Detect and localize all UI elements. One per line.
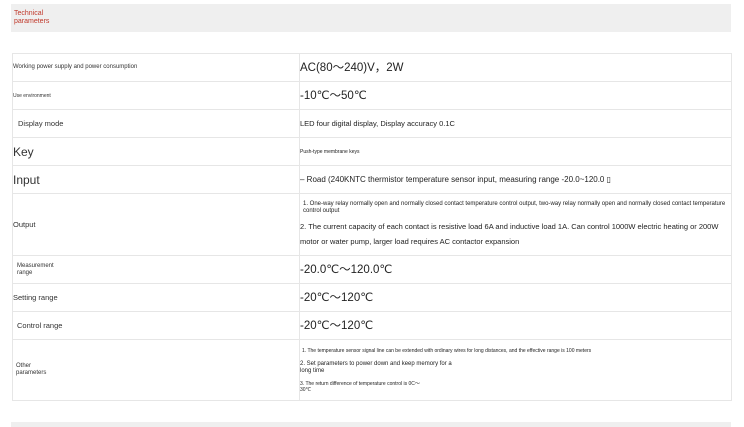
row-value: AC(80～240)V，2W — [299, 53, 732, 82]
row-value: -10℃～50℃ — [299, 81, 732, 110]
header-bar: Technical parameters — [11, 4, 731, 32]
table-row: Measurement range -20.0℃～120.0℃ — [12, 255, 732, 284]
other-line-3: 3. The return difference of temperature … — [300, 380, 420, 393]
row-value: – Road (240KNTC thermistor temperature s… — [299, 165, 732, 194]
row-label: Input — [12, 165, 300, 194]
row-label: Use environment — [12, 81, 300, 110]
section-title: Technical parameters — [14, 10, 50, 25]
row-value: LED four digital display, Display accura… — [299, 109, 732, 138]
table-row: Setting range -20℃～120℃ — [12, 283, 732, 312]
row-label: Output — [12, 193, 300, 256]
table-row: Display mode LED four digital display, D… — [12, 109, 732, 138]
table-row: Use environment -10℃～50℃ — [12, 81, 732, 110]
row-value: -20℃～120℃ — [299, 283, 732, 312]
row-label: Measurement range — [12, 255, 300, 284]
other-line-2: 2. Set parameters to power down and keep… — [300, 360, 452, 374]
row-value: -20.0℃～120.0℃ — [299, 255, 732, 284]
row-value: 1. One-way relay normally open and norma… — [299, 193, 732, 256]
table-row: Other parameters 1. The temperature sens… — [12, 339, 732, 401]
footer-bar — [11, 422, 731, 427]
row-value: Push-type membrane keys — [299, 137, 732, 166]
output-line-1: 1. One-way relay normally open and norma… — [303, 200, 726, 214]
row-label: Working power supply and power consumpti… — [12, 53, 300, 82]
table-row: Key Push-type membrane keys — [12, 137, 732, 166]
row-label: Key — [12, 137, 300, 166]
table-row: Input – Road (240KNTC thermistor tempera… — [12, 165, 732, 194]
other-line-1: 1. The temperature sensor signal line ca… — [302, 347, 592, 354]
row-label: Display mode — [12, 109, 300, 138]
row-value: -20℃～120℃ — [299, 311, 732, 340]
output-line-2: 2. The current capacity of each contact … — [300, 221, 719, 246]
row-label: Control range — [12, 311, 300, 340]
table-row: Output 1. One-way relay normally open an… — [12, 193, 732, 256]
row-label: Other parameters — [12, 339, 300, 401]
table-row: Working power supply and power consumpti… — [12, 53, 732, 82]
table-row: Control range -20℃～120℃ — [12, 311, 732, 340]
row-value: 1. The temperature sensor signal line ca… — [299, 339, 732, 401]
row-label: Setting range — [12, 283, 300, 312]
spec-table: Working power supply and power consumpti… — [12, 53, 732, 401]
